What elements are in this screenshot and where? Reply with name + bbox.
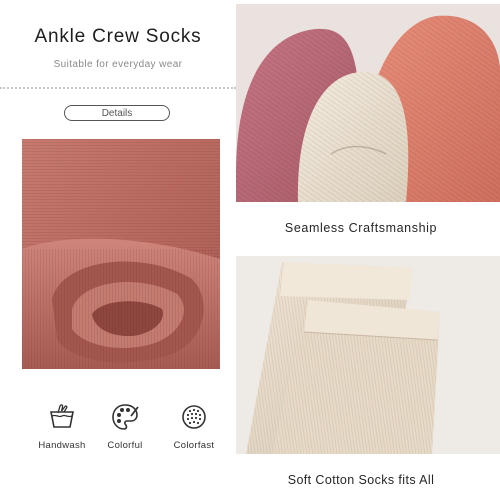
dotted-divider bbox=[0, 87, 236, 89]
soft-cotton-caption: Soft Cotton Socks fits All bbox=[287, 473, 435, 487]
seamless-caption: Seamless Craftsmanship bbox=[284, 221, 438, 235]
handwash-label: Handwash bbox=[38, 440, 86, 451]
feature-handwash: Handwash bbox=[26, 402, 98, 451]
colorful-label: Colorful bbox=[107, 440, 143, 451]
feature-colorfast: Colorfast bbox=[158, 402, 230, 451]
sock-toes-image bbox=[236, 4, 500, 202]
colorfast-icon bbox=[182, 405, 206, 429]
feature-colorful: Colorful bbox=[89, 402, 161, 451]
handwash-icon bbox=[50, 404, 74, 428]
palette-icon bbox=[112, 404, 139, 430]
details-button[interactable]: Details bbox=[64, 105, 170, 121]
cream-socks-image bbox=[236, 256, 500, 454]
fabric-closeup-image bbox=[22, 139, 220, 369]
colorfast-label: Colorfast bbox=[173, 440, 215, 451]
page-title: Ankle Crew Socks bbox=[34, 26, 202, 47]
page-subtitle: Suitable for everyday wear bbox=[53, 59, 183, 70]
